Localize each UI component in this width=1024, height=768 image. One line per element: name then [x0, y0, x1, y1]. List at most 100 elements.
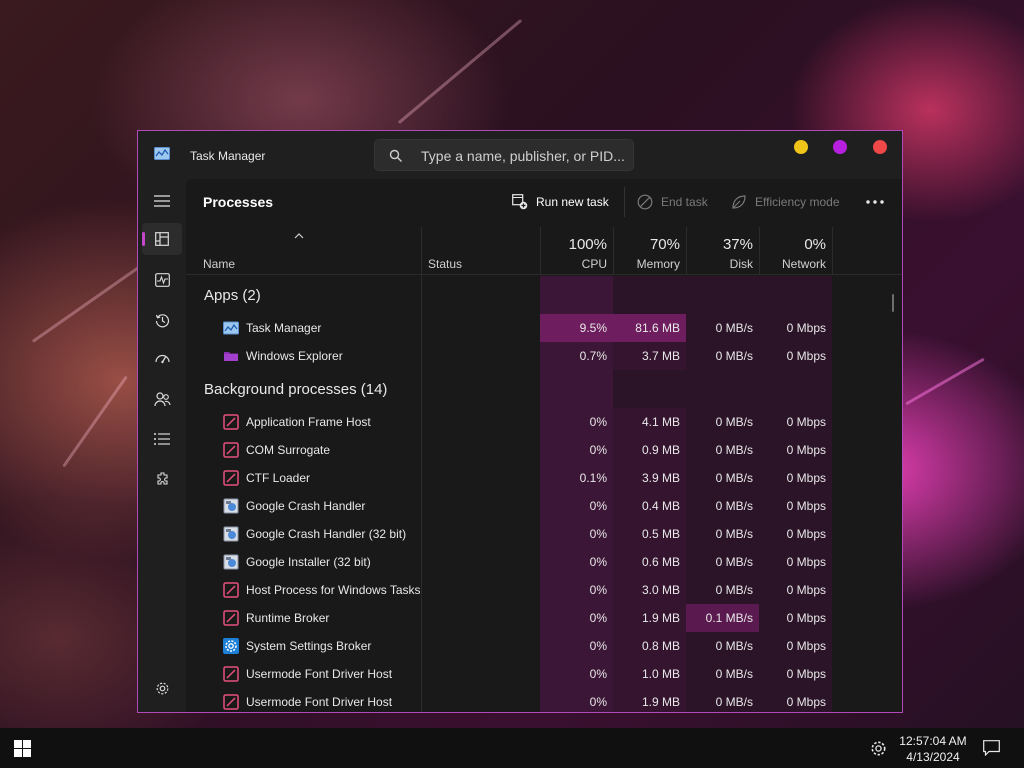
taskbar: 12:57:04 AM 4/13/2024: [0, 728, 1024, 768]
process-cpu: 0%: [540, 660, 613, 688]
heat-cell-network: [759, 370, 832, 408]
close-button[interactable]: [873, 140, 887, 154]
gear-icon[interactable]: [870, 740, 887, 757]
process-name: Google Installer (32 bit): [246, 555, 371, 569]
title-bar[interactable]: Task Manager Type a name, publisher, or …: [138, 131, 902, 179]
nav-settings[interactable]: [142, 672, 182, 704]
windows-start-icon[interactable]: [14, 740, 31, 757]
more-options-button[interactable]: [866, 192, 892, 212]
app-frame-icon: [223, 442, 239, 458]
heat-cell-network: [759, 276, 832, 314]
app-frame-icon: [223, 414, 239, 430]
disk-label: Disk: [729, 257, 753, 271]
wallpaper-streak: [62, 375, 128, 468]
window-title: Task Manager: [190, 149, 266, 163]
process-row[interactable]: System Settings Broker 0% 0.8 MB 0 MB/s 0 Mb…: [186, 632, 902, 660]
process-name: Windows Explorer: [246, 349, 343, 363]
nav-app-history[interactable]: [142, 304, 182, 336]
process-row[interactable]: Usermode Font Driver Host 0% 1.9 MB 0 MB/s 0…: [186, 688, 902, 712]
heat-cell-memory: [613, 370, 686, 408]
process-row[interactable]: Host Process for Windows Tasks 0% 3.0 MB 0 …: [186, 576, 902, 604]
process-row[interactable]: Windows Explorer 0.7% 3.7 MB 0 MB/s 0 Mbps: [186, 342, 902, 370]
hamburger-menu-icon: [154, 195, 170, 207]
column-status[interactable]: Status: [428, 257, 462, 271]
column-divider[interactable]: [759, 227, 760, 275]
scrollbar[interactable]: [892, 294, 894, 312]
notification-icon[interactable]: [983, 740, 1000, 756]
clock-date: 4/13/2024: [906, 750, 960, 764]
process-memory: 3.7 MB: [613, 342, 686, 370]
process-network: 0 Mbps: [759, 342, 832, 370]
process-row[interactable]: Google Crash Handler (32 bit) 0% 0.5 MB 0 M…: [186, 520, 902, 548]
process-name: Task Manager: [246, 321, 322, 335]
process-row[interactable]: Application Frame Host 0% 4.1 MB 0 MB/s 0 Mb…: [186, 408, 902, 436]
nav-details[interactable]: [142, 423, 182, 455]
wallpaper-streak: [31, 260, 149, 343]
nav-services[interactable]: [142, 463, 182, 495]
column-memory[interactable]: 70% Memory: [613, 227, 686, 275]
nav-startup-apps[interactable]: [142, 343, 182, 375]
clock-time: 12:57:04 AM: [899, 734, 967, 748]
process-cpu: 0%: [540, 436, 613, 464]
process-row[interactable]: COM Surrogate 0% 0.9 MB 0 MB/s 0 Mbps: [186, 436, 902, 464]
process-name: System Settings Broker: [246, 639, 372, 653]
run-new-task-label: Run new task: [536, 195, 609, 209]
process-network: 0 Mbps: [759, 548, 832, 576]
column-disk[interactable]: 37% Disk: [686, 227, 759, 275]
search-input[interactable]: Type a name, publisher, or PID...: [374, 139, 634, 171]
task-manager-icon: [223, 320, 239, 336]
process-disk: 0 MB/s: [686, 548, 759, 576]
nav-performance[interactable]: [142, 264, 182, 296]
process-cpu: 0%: [540, 548, 613, 576]
process-memory: 1.0 MB: [613, 660, 686, 688]
nav-users[interactable]: [142, 383, 182, 415]
memory-total: 70%: [649, 236, 680, 253]
users-icon: [153, 391, 171, 406]
heat-cell-disk: [686, 370, 759, 408]
process-network: 0 Mbps: [759, 520, 832, 548]
process-row[interactable]: Usermode Font Driver Host 0% 1.0 MB 0 MB/s 0…: [186, 660, 902, 688]
minimize-button[interactable]: [794, 140, 808, 154]
column-name[interactable]: Name: [203, 257, 235, 271]
column-divider[interactable]: [686, 227, 687, 275]
maximize-button[interactable]: [833, 140, 847, 154]
search-placeholder: Type a name, publisher, or PID...: [421, 148, 625, 164]
process-memory: 1.9 MB: [613, 688, 686, 712]
process-row[interactable]: Google Installer (32 bit) 0% 0.6 MB 0 MB/s 0…: [186, 548, 902, 576]
run-new-task-icon: [512, 194, 528, 210]
process-disk: 0 MB/s: [686, 408, 759, 436]
efficiency-mode-button[interactable]: Efficiency mode: [731, 192, 840, 212]
startup-apps-icon: [154, 354, 170, 364]
process-name: COM Surrogate: [246, 443, 331, 457]
leaf-icon: [732, 195, 746, 209]
app-frame-icon: [223, 582, 239, 598]
installer-icon: [223, 526, 239, 542]
process-memory: 3.9 MB: [613, 464, 686, 492]
group-header[interactable]: Background processes (14): [204, 381, 387, 398]
nav-processes[interactable]: [142, 223, 182, 255]
group-header[interactable]: Apps (2): [204, 287, 261, 304]
column-divider[interactable]: [832, 227, 833, 275]
process-row[interactable]: Google Crash Handler 0% 0.4 MB 0 MB/s 0 Mbps: [186, 492, 902, 520]
run-new-task-button[interactable]: Run new task: [512, 192, 609, 212]
column-divider[interactable]: [540, 227, 541, 275]
process-cpu: 9.5%: [540, 314, 613, 342]
process-row[interactable]: Task Manager 9.5% 81.6 MB 0 MB/s 0 Mbps: [186, 314, 902, 342]
efficiency-mode-label: Efficiency mode: [755, 195, 840, 209]
hamburger-menu-button[interactable]: [142, 185, 182, 217]
heat-cell-disk: [686, 276, 759, 314]
services-icon: [156, 471, 168, 485]
column-cpu[interactable]: 100% CPU: [540, 227, 613, 275]
performance-icon: [154, 273, 170, 287]
process-cpu: 0%: [540, 492, 613, 520]
heat-cell-memory: [613, 276, 686, 314]
column-network[interactable]: 0% Network: [759, 227, 832, 275]
process-row[interactable]: CTF Loader 0.1% 3.9 MB 0 MB/s 0 Mbps: [186, 464, 902, 492]
side-navigation: [138, 179, 186, 712]
end-task-button[interactable]: End task: [637, 192, 708, 212]
taskbar-clock[interactable]: 12:57:04 AM 4/13/2024: [896, 733, 970, 765]
process-disk: 0 MB/s: [686, 576, 759, 604]
column-divider[interactable]: [613, 227, 614, 275]
process-row[interactable]: Runtime Broker 0% 1.9 MB 0.1 MB/s 0 Mbps: [186, 604, 902, 632]
app-frame-icon: [223, 694, 239, 710]
